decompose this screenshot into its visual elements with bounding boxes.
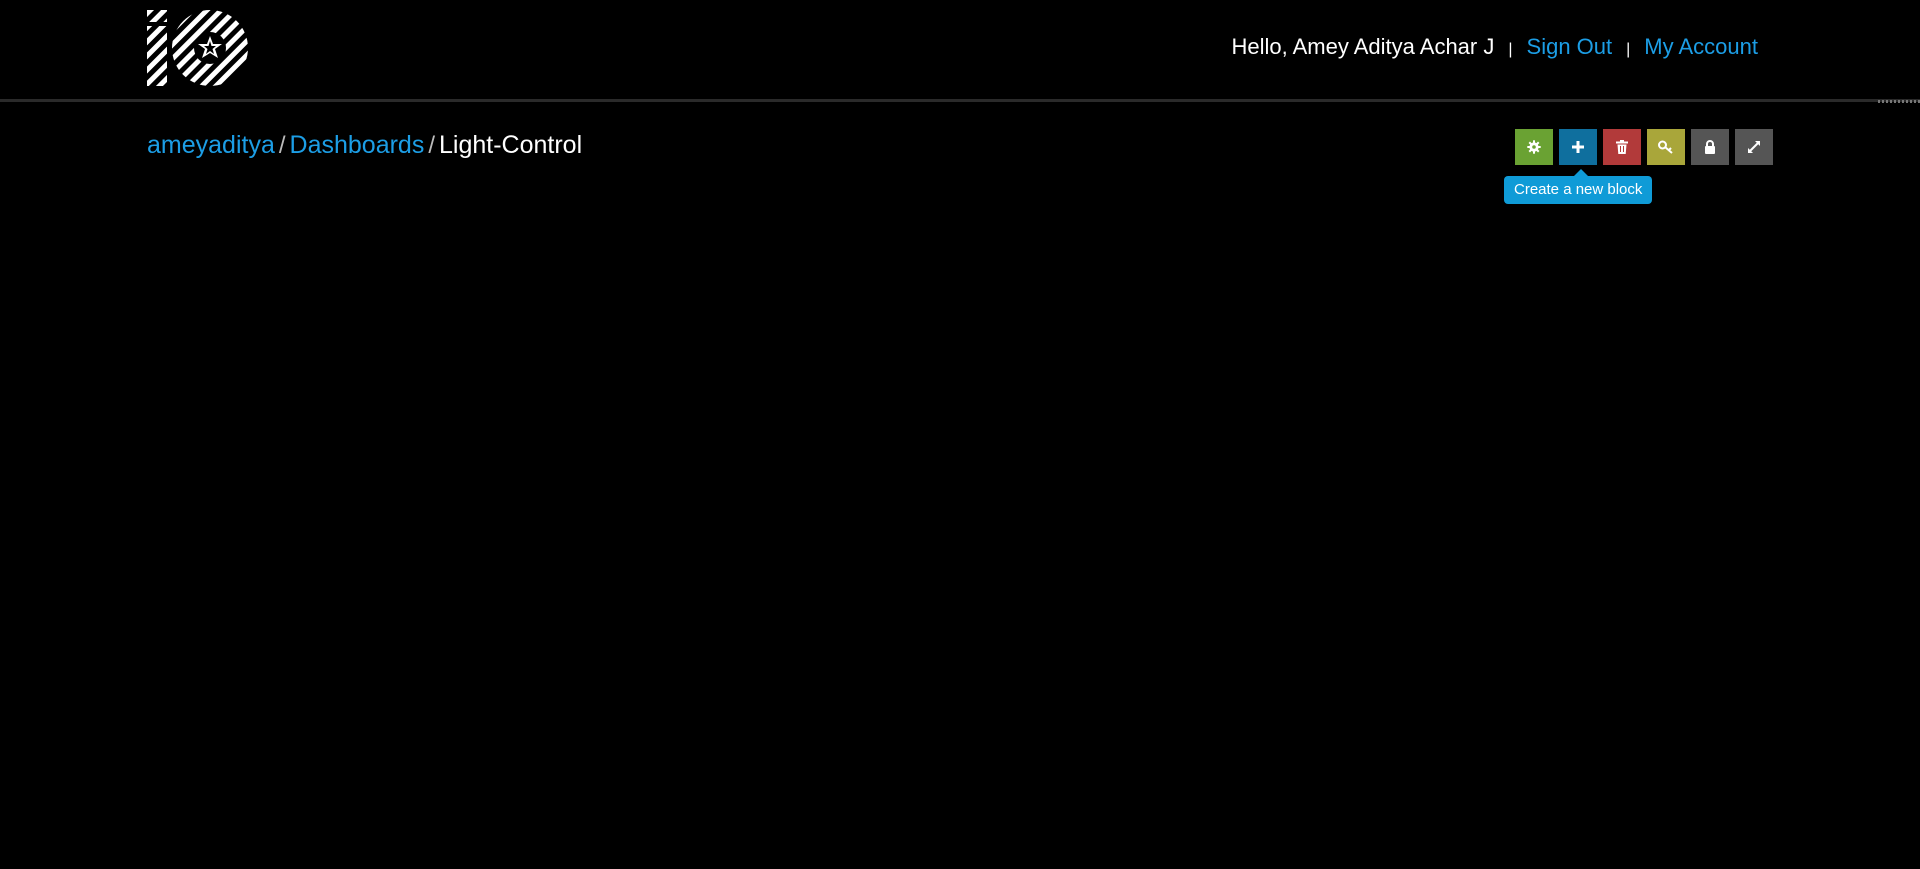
- breadcrumb-dashboards-link[interactable]: Dashboards: [290, 131, 425, 160]
- user-nav: Hello, Amey Aditya Achar J | Sign Out | …: [1231, 34, 1758, 60]
- breadcrumb-separator: /: [278, 131, 286, 159]
- page-title: Light-Control: [439, 131, 583, 159]
- delete-dashboard-button[interactable]: [1603, 129, 1641, 165]
- adafruit-io-logo[interactable]: [147, 10, 249, 86]
- key-button[interactable]: [1647, 129, 1685, 165]
- breadcrumb: ameyaditya / Dashboards / Light-Control: [147, 131, 582, 160]
- expand-icon: [1748, 141, 1760, 153]
- sign-out-link[interactable]: Sign Out: [1527, 34, 1613, 60]
- add-block-tooltip: Create a new block: [1504, 169, 1653, 204]
- trash-icon: [1616, 140, 1628, 154]
- fullscreen-button[interactable]: [1735, 129, 1773, 165]
- settings-button[interactable]: [1515, 129, 1553, 165]
- top-header: Hello, Amey Aditya Achar J | Sign Out | …: [0, 0, 1920, 100]
- breadcrumb-separator: /: [428, 131, 436, 159]
- add-block-button[interactable]: [1559, 129, 1597, 165]
- plus-icon: [1572, 141, 1584, 153]
- lock-button[interactable]: [1691, 129, 1729, 165]
- gear-icon: [1527, 140, 1541, 154]
- greeting-text: Hello, Amey Aditya Achar J: [1231, 34, 1495, 59]
- nav-separator: |: [1508, 41, 1513, 58]
- nav-separator: |: [1626, 41, 1631, 58]
- resize-handle[interactable]: [1878, 100, 1920, 103]
- dashboard-toolbar: [1515, 129, 1773, 165]
- lock-icon: [1705, 140, 1715, 154]
- key-icon: [1658, 140, 1673, 154]
- breadcrumb-user-link[interactable]: ameyaditya: [147, 131, 275, 160]
- header-divider: [0, 99, 1920, 102]
- my-account-link[interactable]: My Account: [1644, 34, 1758, 60]
